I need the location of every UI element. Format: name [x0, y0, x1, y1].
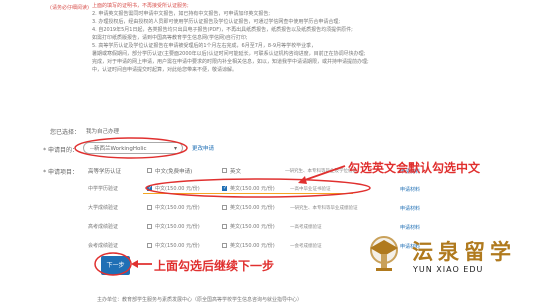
row-en: 英文(150.00 元/份) [230, 205, 275, 211]
items-label: * 申请项目： [43, 169, 78, 176]
notice-line: 5. 高等学历认证及学位认证报告在申请被受理后的1个月左右完成，6月至7月，8-… [92, 43, 317, 49]
english-arrow-head [298, 176, 307, 184]
application-page: (请务必仔细阅读) 上面的填写的证明书，不再接受所认证服务; 2. 申请英文报告… [0, 0, 553, 306]
purpose-label: * 申请目的： [43, 147, 78, 154]
row-apply-link[interactable]: 申请材料 [400, 205, 420, 212]
checkbox-row-en[interactable] [222, 185, 227, 191]
chevron-down-icon: ▾ [173, 145, 177, 152]
notice-line: 上面的填写的证明书，不再接受所认证服务; [92, 3, 189, 9]
row-name: 大学成绩验证 [88, 205, 119, 211]
checkbox-row-cn[interactable] [147, 185, 152, 191]
notice-text: 上面的填写的证明书，不再接受所认证服务; 2. 申请英文报告需同时申请中文报告，… [92, 2, 422, 74]
checkbox-row-cn[interactable] [147, 205, 152, 210]
highlight-underline [143, 193, 353, 194]
notice-line: 3. 办理授权后，经由授权的人员即可使用学历认证报告及学位认证报告，可通过学信网… [92, 19, 341, 25]
row-cn: 中文(150.00 元/份) [155, 243, 200, 249]
row-en: 英文(150.00 元/份) [230, 186, 275, 192]
brand-name-cn: 沄泉留学 [412, 240, 516, 264]
row-name: 中学学历验证 [88, 186, 119, 192]
row-apply-link[interactable]: 申请材料 [400, 186, 420, 193]
row-name: 会考成绩验证 [88, 243, 119, 249]
checkbox-row-cn[interactable] [147, 224, 152, 229]
checkbox-report-en[interactable] [222, 168, 227, 173]
notice-line: 如需打印纸质版报告，请到中国高等教育学生信息网(学信网)自行打印; [92, 35, 248, 41]
row-en: 英文(150.00 元/份) [230, 243, 275, 249]
notice-line: 完成，对于申请的网上申请，用户需在申请中要求的时限内补全相关信息，如以，知道我学… [92, 59, 369, 65]
row-cn: 中文(150.00 元/份) [155, 186, 200, 192]
brand-logo-icon [370, 236, 398, 271]
col-note: 一研究生、本专科等毕业及学位信息 [285, 169, 357, 174]
col-report: 高等学历认证 [88, 169, 122, 175]
annotation-english-default: 勾选英文会默认勾选中文 [348, 161, 481, 175]
notice-side-label: (请务必仔细阅读) [50, 5, 89, 11]
col-en: 英文 [230, 169, 242, 175]
notice-line: 中，认证时间自申请提交时起算，对此给您带来不便，敬请谅解。 [92, 67, 238, 73]
checkbox-report-cn[interactable] [147, 168, 152, 173]
row-note: 一高中毕业证书验证 [290, 187, 331, 192]
notice-line: 2. 申请英文报告需同时申请中文报告，如已持有中文报告，可申请加印英文报告; [92, 11, 271, 17]
checkbox-row-en[interactable] [222, 243, 227, 248]
next-arrow-head [131, 260, 138, 268]
contact-value: 我为自己办理 [86, 129, 120, 135]
contact-label: 您已选择： [49, 129, 80, 136]
row-note: 一高考成绩验证 [290, 225, 322, 230]
row-cn: 中文(150.00 元/份) [155, 205, 200, 211]
row-note: 一会考成绩验证 [290, 244, 322, 249]
row-note: 一研究生、本专科等毕业成绩验证 [290, 206, 358, 211]
row-cn: 中文(150.00 元/份) [155, 224, 200, 230]
annotation-next-step: 上面勾选后继续下一步 [154, 259, 275, 273]
next-button[interactable]: 下一步 [101, 256, 130, 275]
purpose-select[interactable]: --新西兰WorkingHolic ▾ [83, 142, 183, 154]
col-cn: 中文(免费申请) [155, 169, 193, 175]
brand-name-en: YUN XIAO EDU [413, 265, 484, 274]
checkbox-row-cn[interactable] [147, 243, 152, 248]
notice-line: 4. 自2019年5月1日起，各类报告均只出具电子报告(PDF)，不再出具纸质报… [92, 27, 353, 33]
notice-line: 暑期或寒假期间，部分学历认证(主要面2000年以后)认证时间可能延长，可联系认证… [92, 51, 366, 57]
row-name: 高考成绩验证 [88, 224, 119, 230]
row-en: 英文(150.00 元/份) [230, 224, 275, 230]
footer-text: 主办单位：教育部学生服务与素质发展中心（原全国高等学校学生信息咨询与就业指导中心… [97, 297, 303, 303]
purpose-select-value: --新西兰WorkingHolic [90, 146, 147, 152]
checkbox-row-en[interactable] [222, 205, 227, 210]
checkbox-row-en[interactable] [222, 224, 227, 229]
change-purpose-link[interactable]: 更改申请 [192, 144, 214, 152]
